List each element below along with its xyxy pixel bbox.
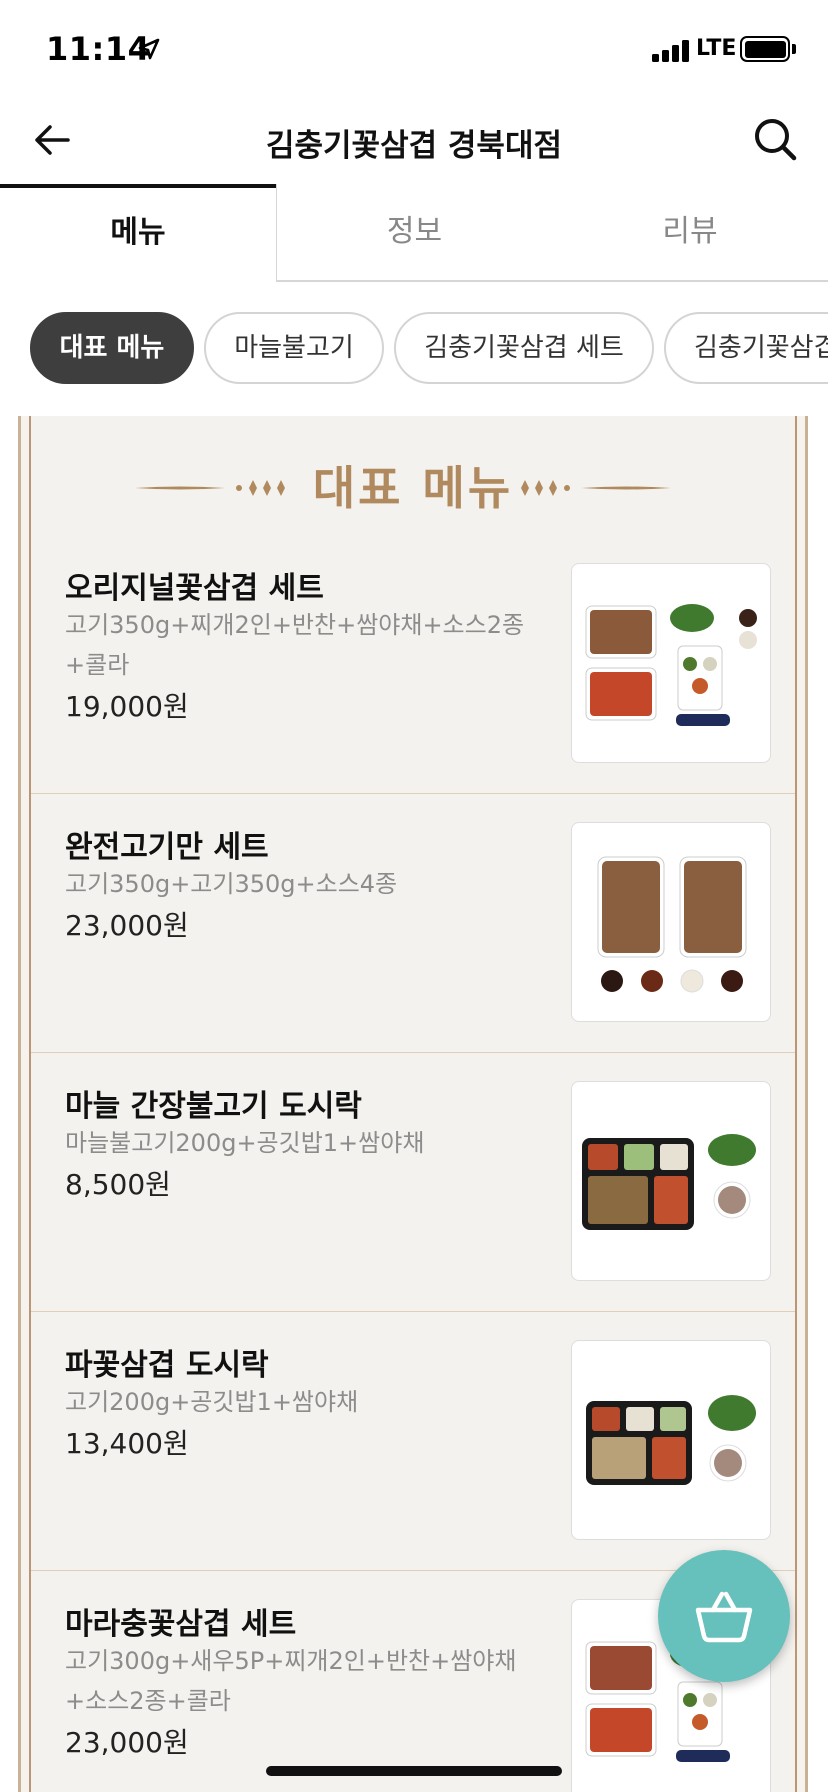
menu-item[interactable]: 오리지널꽃삼겹 세트 고기350g+찌개2인+반찬+쌈야채+소스2종+콜라 19… (31, 535, 795, 794)
tab-info[interactable]: 정보 (276, 184, 552, 280)
menu-item-photo (571, 1081, 771, 1281)
signal-icon (652, 38, 690, 62)
tab-menu[interactable]: 메뉴 (0, 184, 276, 282)
menu-item-description: 고기300g+새우5P+찌개2인+반찬+쌈야채+소스2종+콜라 (65, 1647, 517, 1715)
shopping-basket-icon (695, 1591, 753, 1643)
menu-item-price: 23,000원 (65, 909, 189, 942)
section-header: 대표 메뉴 (31, 446, 795, 516)
menu-item[interactable]: 마늘 간장불고기 도시락 마늘불고기200g+공깃밥1+쌈야채 8,500원 (31, 1053, 795, 1312)
status-bar: 11:14 LTE (0, 0, 828, 96)
menu-item-price: 23,000원 (65, 1726, 189, 1759)
chip-garlic-bulgogi[interactable]: 마늘불고기 (204, 312, 384, 384)
menu-item-description: 고기350g+고기350g+소스4종 (65, 870, 398, 898)
ornament-right-icon (521, 480, 671, 496)
chip-signature-menu[interactable]: 대표 메뉴 (30, 312, 194, 384)
tab-bar: 메뉴 정보 리뷰 (0, 184, 828, 282)
page-title: 김충기꽃삼겹 경북대점 (266, 128, 562, 164)
menu-item-photo (571, 822, 771, 1022)
cart-button[interactable] (658, 1550, 790, 1682)
menu-item-price: 19,000원 (65, 690, 189, 723)
home-indicator[interactable] (266, 1766, 562, 1776)
status-time: 11:14 (46, 30, 151, 68)
menu-item-name: 마늘 간장불고기 도시락 (65, 1089, 362, 1124)
chip-samgyeop-set[interactable]: 김충기꽃삼겹 세트 (394, 312, 654, 384)
chip-samgyeop[interactable]: 김충기꽃삼겹 (664, 312, 828, 384)
location-arrow-icon (138, 38, 160, 60)
menu-item-photo (571, 1340, 771, 1540)
section-title: 대표 메뉴 (312, 461, 514, 515)
menu-item-description: 마늘불고기200g+공깃밥1+쌈야채 (65, 1129, 425, 1157)
network-type: LTE (696, 36, 737, 61)
menu-item-price: 13,400원 (65, 1427, 189, 1460)
menu-item-name: 파꽃삼겹 도시락 (65, 1348, 269, 1383)
menu-item-name: 오리지널꽃삼겹 세트 (65, 571, 324, 606)
category-chips: 대표 메뉴 마늘불고기 김충기꽃삼겹 세트 김충기꽃삼겹 (0, 312, 828, 386)
menu-item[interactable]: 완전고기만 세트 고기350g+고기350g+소스4종 23,000원 (31, 794, 795, 1053)
app-header: 김충기꽃삼겹 경북대점 (0, 96, 828, 184)
search-icon[interactable] (748, 112, 804, 168)
battery-tip (792, 44, 796, 54)
menu-item-name: 완전고기만 세트 (65, 830, 269, 865)
menu-item-description: 고기350g+찌개2인+반찬+쌈야채+소스2종+콜라 (65, 611, 525, 679)
tab-reviews[interactable]: 리뷰 (552, 184, 828, 280)
menu-item[interactable]: 파꽃삼겹 도시락 고기200g+공깃밥1+쌈야채 13,400원 (31, 1312, 795, 1571)
menu-item-description: 고기200g+공깃밥1+쌈야채 (65, 1388, 359, 1416)
menu-item-price: 8,500원 (65, 1168, 171, 1201)
battery-icon (740, 36, 790, 62)
menu-item-photo (571, 563, 771, 763)
menu-item-name: 마라충꽃삼겹 세트 (65, 1607, 297, 1642)
